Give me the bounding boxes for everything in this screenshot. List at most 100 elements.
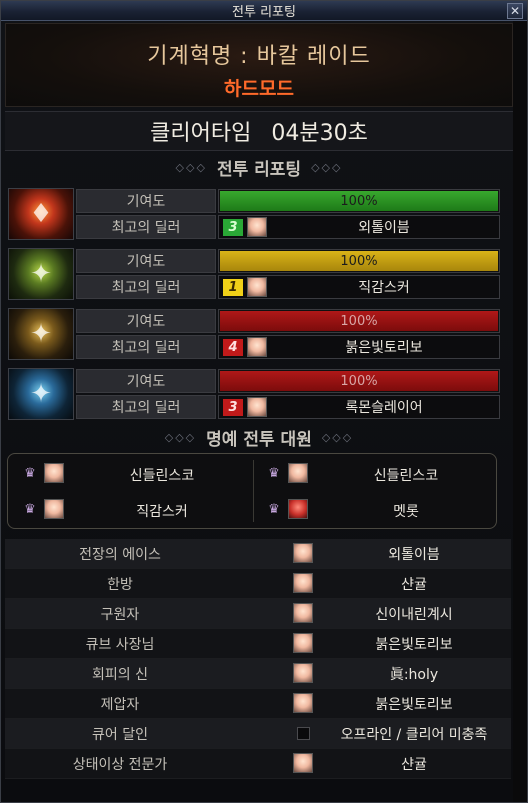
award-title: 제압자	[100, 697, 140, 713]
award-player: 신이내린계시	[375, 607, 453, 623]
top-dealer-label: 최고의 딜러	[76, 335, 216, 359]
diamond-deco-icon: ◇◇◇	[164, 430, 197, 444]
top-dealer-box: 4 붉은빛토리보	[218, 335, 500, 359]
avatar	[44, 463, 64, 483]
battle-report-header: ◇◇◇ 전투 리포팅 ◇◇◇	[5, 155, 513, 180]
rank-badge: 3	[223, 399, 243, 416]
battle-report-title: 전투 리포팅	[216, 159, 302, 180]
contribution-bar: 100%	[218, 369, 500, 393]
contribution-bar: 100%	[218, 189, 500, 213]
award-title: 상태이상 전문가	[72, 757, 168, 773]
award-title: 구원자	[100, 607, 140, 623]
honor-member-name: 신들린스코	[373, 468, 439, 484]
boss-row: ✦ 기여도 최고의 딜러 100% 3 록몬슬레이어	[6, 368, 500, 420]
right-edge-strip	[513, 21, 527, 802]
diamond-deco-icon: ◇◇◇	[321, 430, 354, 444]
blue-boss-icon: ✦	[8, 368, 74, 420]
avatar	[288, 463, 308, 483]
top-dealer-label: 최고의 딜러	[76, 395, 216, 419]
dungeon-banner: 기계혁명 : 바칼 레이드 하드모드	[5, 23, 513, 107]
battle-report-window: 전투 리포팅 ✕ 기계혁명 : 바칼 레이드 하드모드 클리어타임 04분30초…	[0, 0, 528, 803]
red-boss-icon: ♦	[8, 188, 74, 240]
top-dealer-name: 록몬슬레이어	[345, 400, 423, 416]
avatar	[288, 499, 308, 519]
avatar	[247, 217, 267, 237]
boss-row: ✦ 기여도 최고의 딜러 100% 1 직감스커	[6, 248, 500, 300]
award-player: 외톨이븜	[388, 547, 440, 563]
avatar	[247, 397, 267, 417]
honor-members-box: ♛ 신들린스코 ♛ 신들린스코 ♛ 직감스커 ♛ 멧롯	[7, 453, 497, 529]
contribution-value: 100%	[340, 193, 378, 209]
rank-badge: 1	[223, 279, 243, 296]
contribution-label: 기여도	[76, 249, 216, 273]
award-row: 큐브 사장님 붉은빛토리보	[5, 629, 511, 659]
award-title: 큐어 달인	[92, 727, 148, 743]
honor-member: ♛ 직감스커	[12, 494, 252, 528]
honor-member-name: 멧롯	[393, 504, 419, 520]
crown-icon: ♛	[268, 466, 280, 481]
award-title: 큐브 사장님	[85, 637, 155, 653]
honor-member-name: 신들린스코	[129, 468, 195, 484]
clear-time-value: 04분30초	[271, 121, 368, 146]
top-dealer-box: 1 직감스커	[218, 275, 500, 299]
award-player: 眞:holy	[389, 667, 439, 683]
award-row: 전장의 에이스 외톨이븜	[5, 539, 511, 569]
avatar	[293, 543, 313, 563]
award-player: 샨귤	[401, 757, 427, 773]
avatar	[247, 337, 267, 357]
divider	[253, 460, 254, 522]
award-title: 회피의 신	[92, 667, 148, 683]
award-row: 상태이상 전문가 샨귤	[5, 749, 511, 779]
honor-battle-title: 명예 전투 대원	[206, 429, 312, 450]
award-player: 붉은빛토리보	[375, 697, 453, 713]
diamond-deco-icon: ◇◇◇	[175, 160, 207, 174]
award-row: 큐어 달인 오프라인 / 클리어 미충족	[5, 719, 511, 749]
clear-time-bar: 클리어타임 04분30초	[5, 111, 513, 151]
contribution-value: 100%	[340, 373, 378, 389]
honor-member: ♛ 신들린스코	[256, 458, 496, 492]
dungeon-name: 기계혁명 : 바칼 레이드	[147, 44, 371, 69]
difficulty-label: 하드모드	[224, 78, 294, 100]
award-list: 전장의 에이스 외톨이븜 한방 샨귤 구원자 신이내린계시 큐브 사장님 붉은빛…	[5, 539, 511, 779]
top-dealer-label: 최고의 딜러	[76, 275, 216, 299]
award-player: 오프라인 / 클리어 미충족	[340, 727, 488, 743]
contribution-label: 기여도	[76, 309, 216, 333]
green-boss-icon: ✦	[8, 248, 74, 300]
crown-icon: ♛	[24, 502, 36, 517]
top-dealer-name: 직감스커	[358, 280, 410, 296]
close-button[interactable]: ✕	[507, 3, 523, 19]
avatar	[293, 753, 313, 773]
top-dealer-name: 붉은빛토리보	[345, 340, 423, 356]
honor-member: ♛ 멧롯	[256, 494, 496, 528]
contribution-value: 100%	[340, 313, 378, 329]
honor-member: ♛ 신들린스코	[12, 458, 252, 492]
crown-icon: ♛	[24, 466, 36, 481]
honor-battle-header: ◇◇◇ 명예 전투 대원 ◇◇◇	[5, 425, 513, 450]
diamond-deco-icon: ◇◇◇	[311, 160, 343, 174]
avatar	[293, 693, 313, 713]
award-player: 붉은빛토리보	[375, 637, 453, 653]
award-row: 구원자 신이내린계시	[5, 599, 511, 629]
contribution-label: 기여도	[76, 189, 216, 213]
award-row: 제압자 붉은빛토리보	[5, 689, 511, 719]
crown-icon: ♛	[268, 502, 280, 517]
avatar	[247, 277, 267, 297]
award-player: 샨귤	[401, 577, 427, 593]
boss-row: ✦ 기여도 최고의 딜러 100% 4 붉은빛토리보	[6, 308, 500, 360]
award-row: 한방 샨귤	[5, 569, 511, 599]
rank-badge: 4	[223, 339, 243, 356]
boss-row: ♦ 기여도 최고의 딜러 100% 3 외톨이븜	[6, 188, 500, 240]
contribution-label: 기여도	[76, 369, 216, 393]
clear-time-label: 클리어타임	[150, 121, 252, 146]
honor-member-name: 직감스커	[136, 504, 188, 520]
award-row: 회피의 신 眞:holy	[5, 659, 511, 689]
top-dealer-label: 최고의 딜러	[76, 215, 216, 239]
top-dealer-name: 외톨이븜	[358, 220, 410, 236]
avatar	[44, 499, 64, 519]
avatar	[293, 603, 313, 623]
title-bar: 전투 리포팅 ✕	[1, 1, 527, 21]
contribution-bar: 100%	[218, 249, 500, 273]
avatar	[293, 663, 313, 683]
avatar	[293, 633, 313, 653]
avatar	[293, 573, 313, 593]
